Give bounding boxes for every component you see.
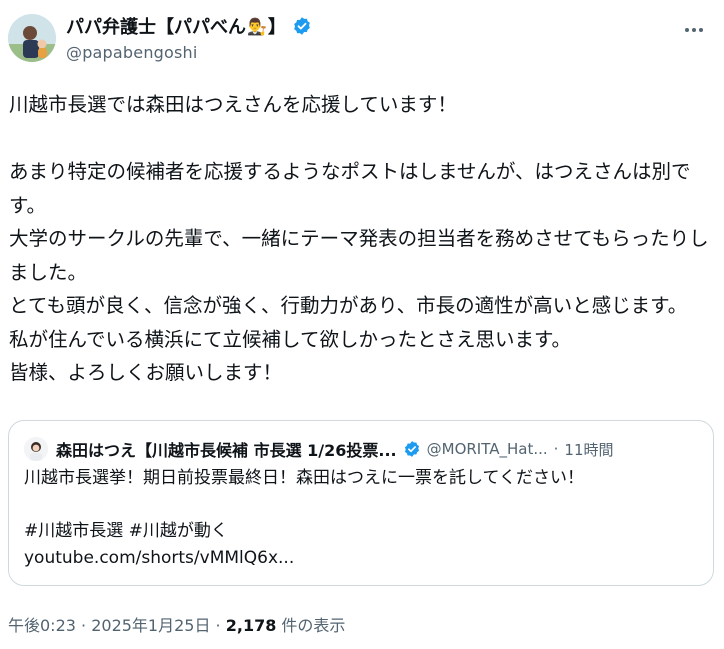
judge-emoji: 👨‍⚖️ <box>247 16 267 36</box>
quoted-tweet-text: 川越市長選挙！期日前投票最終日！森田はつえに一票を託してください！ #川越市長選… <box>24 468 584 568</box>
more-options-button[interactable] <box>680 18 708 42</box>
tweet-date[interactable]: 2025年1月25日 <box>91 616 210 635</box>
quoted-verified-badge-icon[interactable] <box>403 440 421 458</box>
author-display-name[interactable]: パパ弁護士【パパべん <box>66 13 246 39</box>
quoted-avatar-image <box>24 437 48 461</box>
author-handle[interactable]: @papabengoshi <box>66 43 312 62</box>
tweet-time[interactable]: 午後0:23 <box>8 616 76 635</box>
views-label: 件の表示 <box>276 616 346 635</box>
quoted-author-handle[interactable]: @MORITA_Hat... <box>427 440 548 458</box>
tweet-text: 川越市長選では森田はつえさんを応援しています！ あまり特定の候補者を応援するよう… <box>9 93 709 384</box>
tweet-meta: 午後0:23 · 2025年1月25日 · 2,178 件の表示 <box>8 612 345 636</box>
quoted-timestamp[interactable]: 11時間 <box>564 439 613 460</box>
quoted-tweet-header: 森田はつえ【川越市長候補 市長選 1/26投票... @MORITA_Hat..… <box>24 436 699 462</box>
views-count[interactable]: 2,178 <box>226 616 277 635</box>
quoted-tweet[interactable]: 森田はつえ【川越市長候補 市長選 1/26投票... @MORITA_Hat..… <box>8 420 714 586</box>
meta-separator: · <box>210 616 226 635</box>
quoted-author-avatar[interactable] <box>24 437 48 461</box>
verified-badge-icon[interactable] <box>292 16 312 36</box>
quoted-author-name[interactable]: 森田はつえ【川越市長候補 市長選 1/26投票... <box>56 437 397 461</box>
author-name-row[interactable]: パパ弁護士【パパべん 👨‍⚖️ 】 <box>66 12 312 40</box>
quoted-separator: · <box>553 440 559 458</box>
author-avatar[interactable] <box>8 14 56 62</box>
author-block: パパ弁護士【パパべん 👨‍⚖️ 】 @papabengoshi <box>66 12 312 62</box>
author-avatar-image <box>8 14 56 62</box>
meta-separator: · <box>75 616 92 635</box>
author-name-suffix: 】 <box>267 17 286 38</box>
more-horizontal-icon <box>685 28 703 32</box>
